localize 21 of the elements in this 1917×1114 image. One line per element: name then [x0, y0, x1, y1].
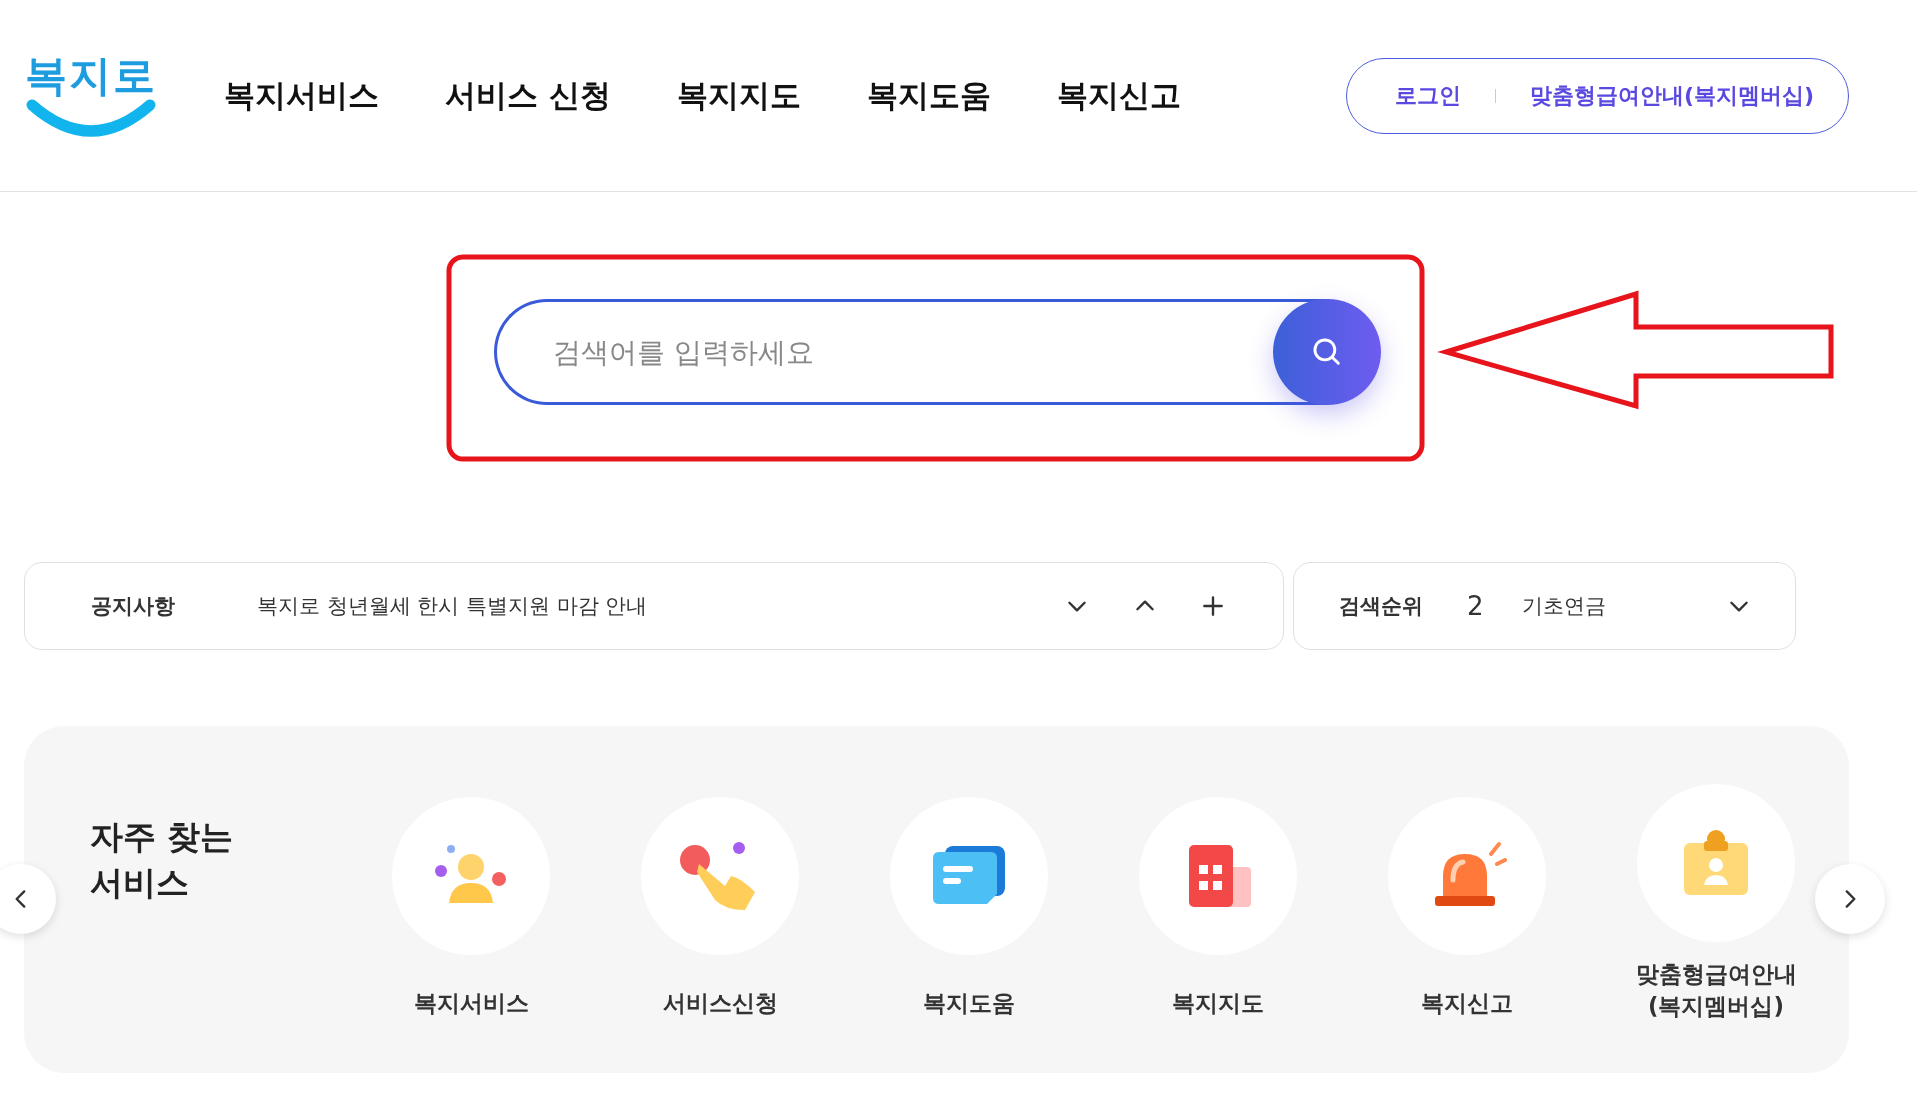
- notice-label: 공지사항: [91, 593, 175, 620]
- membership-link[interactable]: 맞춤형급여안내(복지멤버십): [1529, 80, 1814, 111]
- notice-text[interactable]: 복지로 청년월세 한시 특별지원 마감 안내: [257, 592, 1061, 620]
- nav-link[interactable]: 복지신고: [1056, 74, 1181, 117]
- service-link[interactable]: 복지서비스: [376, 784, 566, 1073]
- service-link[interactable]: 복지지도: [1123, 784, 1313, 1073]
- service-link[interactable]: 서비스신청: [625, 784, 815, 1073]
- nav-link[interactable]: 복지서비스: [224, 74, 379, 117]
- search-field[interactable]: 검색어를 입력하세요: [494, 299, 1273, 405]
- service-link[interactable]: 복지도움: [874, 784, 1064, 1073]
- nav-link[interactable]: 서비스 신청: [445, 74, 611, 117]
- section-title: 자주 찾는 서비스: [90, 816, 235, 905]
- ranking-keyword[interactable]: 기초연금: [1521, 592, 1723, 620]
- login-link[interactable]: 로그인: [1394, 80, 1461, 111]
- nav-link[interactable]: 복지지도: [676, 74, 801, 117]
- service-link[interactable]: 복지신고: [1372, 784, 1562, 1073]
- rank-number: 2: [1467, 591, 1484, 621]
- service-link[interactable]: 맞춤형급여안내(복지멤버십): [1621, 784, 1811, 1073]
- plus-icon: [1200, 593, 1226, 619]
- ranking-label: 검색순위: [1339, 593, 1423, 620]
- nav-link[interactable]: 복지도움: [866, 74, 991, 117]
